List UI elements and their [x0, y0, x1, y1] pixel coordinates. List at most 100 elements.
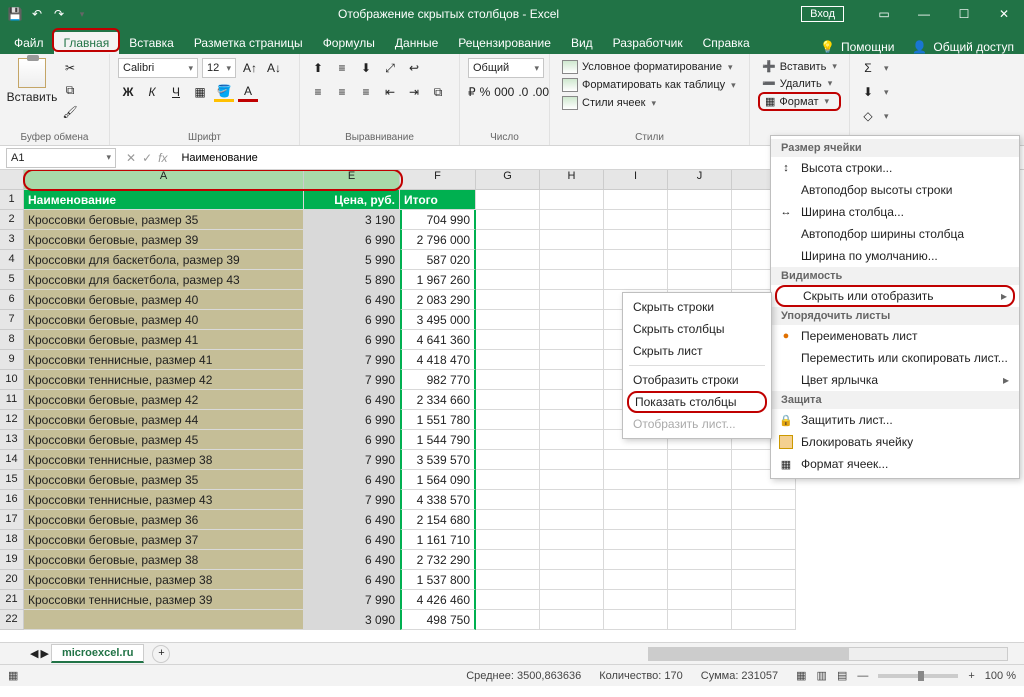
login-button[interactable]: Вход	[801, 6, 844, 22]
cond-format-button[interactable]: Условное форматирование▾	[558, 58, 741, 76]
cell-name[interactable]: Кроссовки теннисные, размер 42	[24, 370, 304, 390]
close-icon[interactable]: ✕	[984, 7, 1024, 21]
name-box[interactable]: A1▾	[6, 148, 116, 168]
tellme-icon[interactable]: 💡	[820, 40, 835, 54]
fill-color-icon[interactable]: 🪣	[214, 82, 234, 102]
italic-button[interactable]: К	[142, 82, 162, 102]
clear-icon[interactable]: ◇	[858, 106, 878, 126]
redo-icon[interactable]: ↷	[50, 5, 68, 23]
cell-name[interactable]: Кроссовки беговые, размер 42	[24, 390, 304, 410]
cell-price[interactable]: 3 090	[304, 610, 400, 630]
share-label[interactable]: Общий доступ	[933, 40, 1014, 54]
orientation-icon[interactable]: ⤢	[380, 58, 400, 78]
fmt-rename-sheet[interactable]: ●Переименовать лист	[771, 325, 1019, 347]
row-header[interactable]: 17	[0, 510, 24, 530]
fx-icon[interactable]: fx	[158, 151, 167, 165]
cell-price[interactable]: 5 990	[304, 250, 400, 270]
cell-total[interactable]: 4 338 570	[400, 490, 476, 510]
cell-price[interactable]: 6 490	[304, 570, 400, 590]
maximize-icon[interactable]: ☐	[944, 7, 984, 21]
cell-price[interactable]: 5 890	[304, 270, 400, 290]
currency-icon[interactable]: ₽	[468, 82, 476, 102]
sheet-tab-active[interactable]: microexcel.ru	[51, 644, 145, 663]
insert-cells-button[interactable]: ➕Вставить▾	[758, 58, 841, 75]
fmt-lock-cell[interactable]: Блокировать ячейку	[771, 431, 1019, 453]
align-bot-icon[interactable]: ⬇	[356, 58, 376, 78]
align-mid-icon[interactable]: ≡	[332, 58, 352, 78]
tellme-label[interactable]: Помощни	[841, 40, 894, 54]
cell-total[interactable]: 3 495 000	[400, 310, 476, 330]
copy-icon[interactable]: ⧉	[60, 80, 80, 100]
col-header-f[interactable]: F	[400, 170, 476, 190]
cell-name[interactable]	[24, 610, 304, 630]
cell-price[interactable]: 7 990	[304, 370, 400, 390]
cell-name[interactable]: Кроссовки беговые, размер 37	[24, 530, 304, 550]
cell-header-total[interactable]: Итого	[400, 190, 476, 210]
fmt-format-cells[interactable]: ▦Формат ячеек...	[771, 453, 1019, 475]
underline-button[interactable]: Ч	[166, 82, 186, 102]
format-cells-button[interactable]: ▦Формат▾	[758, 92, 841, 111]
align-left-icon[interactable]: ≡	[308, 82, 328, 102]
tab-layout[interactable]: Разметка страницы	[184, 32, 313, 54]
cell-price[interactable]: 6 990	[304, 230, 400, 250]
row-header[interactable]: 18	[0, 530, 24, 550]
fmt-hide-unhide[interactable]: Скрыть или отобразить▸	[775, 285, 1015, 307]
indent-dec-icon[interactable]: ⇤	[380, 82, 400, 102]
cell-name[interactable]: Кроссовки теннисные, размер 38	[24, 450, 304, 470]
col-header-a[interactable]: A	[24, 170, 304, 190]
bold-button[interactable]: Ж	[118, 82, 138, 102]
row-header[interactable]: 13	[0, 430, 24, 450]
row-header[interactable]: 5	[0, 270, 24, 290]
undo-icon[interactable]: ↶	[28, 5, 46, 23]
cell-name[interactable]: Кроссовки беговые, размер 35	[24, 470, 304, 490]
cell-price[interactable]: 6 490	[304, 530, 400, 550]
cell-price[interactable]: 6 490	[304, 550, 400, 570]
row-header[interactable]: 8	[0, 330, 24, 350]
row-header[interactable]: 14	[0, 450, 24, 470]
cell-price[interactable]: 6 490	[304, 390, 400, 410]
row-header[interactable]: 22	[0, 610, 24, 630]
row-header[interactable]: 6	[0, 290, 24, 310]
cell-total[interactable]: 1 564 090	[400, 470, 476, 490]
row-header[interactable]: 16	[0, 490, 24, 510]
tab-formulas[interactable]: Формулы	[313, 32, 385, 54]
fmt-tab-color[interactable]: Цвет ярлычка▸	[771, 369, 1019, 391]
merge-icon[interactable]: ⧉	[428, 82, 448, 102]
zoom-out-icon[interactable]: —	[857, 670, 868, 682]
cell-total[interactable]: 498 750	[400, 610, 476, 630]
row-header[interactable]: 7	[0, 310, 24, 330]
cell-price[interactable]: 6 490	[304, 290, 400, 310]
fx-cancel-icon[interactable]: ✕	[126, 151, 136, 165]
cell-name[interactable]: Кроссовки беговые, размер 41	[24, 330, 304, 350]
percent-icon[interactable]: %	[480, 82, 491, 102]
tab-data[interactable]: Данные	[385, 32, 448, 54]
row-header[interactable]: 20	[0, 570, 24, 590]
sub-hide-sheet[interactable]: Скрыть лист	[623, 340, 771, 362]
select-all-corner[interactable]	[0, 170, 24, 190]
cell-name[interactable]: Кроссовки теннисные, размер 43	[24, 490, 304, 510]
share-icon[interactable]: 👤	[912, 40, 927, 54]
view-normal-icon[interactable]: ▦	[796, 669, 806, 682]
align-right-icon[interactable]: ≡	[356, 82, 376, 102]
cell-price[interactable]: 7 990	[304, 590, 400, 610]
col-header-j[interactable]: J	[668, 170, 732, 190]
fmt-protect-sheet[interactable]: 🔒Защитить лист...	[771, 409, 1019, 431]
cell-total[interactable]: 2 796 000	[400, 230, 476, 250]
format-painter-icon[interactable]: 🖌	[60, 102, 80, 122]
view-pagebreak-icon[interactable]: ▤	[837, 669, 847, 682]
cell-price[interactable]: 7 990	[304, 490, 400, 510]
font-name-select[interactable]: Calibri▾	[118, 58, 198, 78]
cell-total[interactable]: 1 967 260	[400, 270, 476, 290]
row-header[interactable]: 12	[0, 410, 24, 430]
cell-price[interactable]: 6 990	[304, 310, 400, 330]
autosum-icon[interactable]: Σ	[858, 58, 878, 78]
font-shrink-icon[interactable]: A↓	[264, 58, 284, 78]
cell-total[interactable]: 4 426 460	[400, 590, 476, 610]
fmt-col-width[interactable]: ↔Ширина столбца...	[771, 201, 1019, 223]
indent-inc-icon[interactable]: ⇥	[404, 82, 424, 102]
col-header-h[interactable]: H	[540, 170, 604, 190]
tab-dev[interactable]: Разработчик	[603, 32, 693, 54]
sheet-nav-prev-icon[interactable]: ◀	[30, 647, 38, 660]
fmt-default-width[interactable]: Ширина по умолчанию...	[771, 245, 1019, 267]
cell-price[interactable]: 3 190	[304, 210, 400, 230]
